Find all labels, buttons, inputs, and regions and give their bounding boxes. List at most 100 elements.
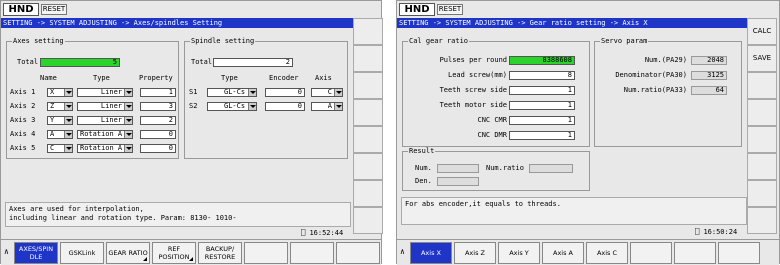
save-button[interactable]: SAVE	[747, 45, 777, 72]
axis-name-select[interactable]: Y	[47, 116, 73, 125]
reset-button[interactable]: RESET	[41, 4, 67, 15]
calc-button[interactable]: CALC	[747, 18, 777, 45]
spindle-label: S1	[189, 88, 198, 96]
side-button-5[interactable]	[353, 126, 383, 153]
axis-label: Axis 5	[10, 144, 36, 152]
side-button-6[interactable]	[353, 153, 383, 180]
help-line: For abs encoder,it equals to threads.	[405, 200, 561, 208]
chevron-down-icon	[124, 131, 132, 138]
softkey-axis-y[interactable]: Axis Y	[498, 242, 540, 264]
axis-label: Axis 4	[10, 130, 36, 138]
num-ratio-pa33-value: 64	[691, 86, 727, 95]
help-line: Axes are used for interpolation,	[9, 205, 144, 213]
axis-property-input[interactable]: 0	[140, 144, 176, 153]
clock: ⎕ 16:50:24	[695, 228, 738, 236]
num-ratio-pa33-label: Num.ratio(PA33)	[623, 86, 687, 94]
softkey-axes-spindle[interactable]: AXES/SPIN DLE	[14, 242, 58, 264]
teeth-motor-side-input[interactable]: 1	[509, 101, 575, 110]
chevron-down-icon	[248, 89, 256, 96]
result-group: Result Num. Num.ratio Den.	[402, 147, 590, 191]
softkey-empty[interactable]	[718, 242, 760, 264]
spindle-label: S2	[189, 102, 198, 110]
axis-name-select[interactable]: Z	[47, 102, 73, 111]
side-button-3[interactable]	[353, 72, 383, 99]
softkey-axis-z[interactable]: Axis Z	[454, 242, 496, 264]
softkey-empty[interactable]	[674, 242, 716, 264]
side-button-2[interactable]	[353, 45, 383, 72]
caret-up-icon[interactable]: ∧	[400, 248, 405, 256]
pulses-per-round-input[interactable]: 8388608	[509, 56, 575, 65]
caret-up-icon[interactable]: ∧	[4, 248, 9, 256]
softkey-gsklink[interactable]: GSKLink	[60, 242, 104, 264]
chevron-down-icon	[124, 89, 132, 96]
side-button-6[interactable]	[747, 153, 777, 180]
softkey-backup-restore[interactable]: BACKUP/ RESTORE	[198, 242, 242, 264]
axis-name-select[interactable]: A	[47, 130, 73, 139]
axes-setting-group: Axes setting Total 5 Name Type Property …	[6, 37, 179, 159]
side-button-3[interactable]	[747, 72, 777, 99]
axes-setting-legend: Axes setting	[12, 37, 65, 46]
axis-type-select[interactable]: Rotation A	[77, 130, 133, 139]
cnc-dmr-input[interactable]: 1	[509, 131, 575, 140]
servo-param-legend: Servo param	[600, 37, 649, 46]
spindle-encoder-input[interactable]: 0	[265, 102, 305, 111]
side-button-8[interactable]	[747, 207, 777, 234]
side-button-7[interactable]	[747, 180, 777, 207]
softkey-axis-c[interactable]: Axis C	[586, 242, 628, 264]
chevron-down-icon	[334, 89, 342, 96]
help-line: including linear and rotation type. Para…	[9, 214, 237, 222]
denominator-pa30-value: 3125	[691, 71, 727, 80]
axis-type-select[interactable]: Liner	[77, 116, 133, 125]
side-button-5[interactable]	[747, 126, 777, 153]
teeth-screw-side-input[interactable]: 1	[509, 86, 575, 95]
result-num-label: Num.	[415, 164, 432, 172]
spindle-setting-legend: Spindle setting	[190, 37, 256, 46]
side-button-4[interactable]	[747, 99, 777, 126]
axis-type-select[interactable]: Liner	[77, 102, 133, 111]
axis-property-input[interactable]: 1	[140, 88, 176, 97]
softkey-empty[interactable]	[630, 242, 672, 264]
axis-property-input[interactable]: 2	[140, 116, 176, 125]
axis-name-select[interactable]: C	[47, 144, 73, 153]
axis-property-input[interactable]: 3	[140, 102, 176, 111]
softkey-axis-x[interactable]: Axis X	[410, 242, 452, 264]
spindle-axis-select[interactable]: A	[311, 102, 343, 111]
header-axis: Axis	[315, 74, 332, 82]
submenu-triangle-icon	[189, 257, 193, 261]
side-button-8[interactable]	[353, 207, 383, 234]
spindle-type-select[interactable]: GL-Cs	[207, 88, 257, 97]
pulses-per-round-label: Pulses per round	[439, 56, 507, 64]
axis-type-select[interactable]: Liner	[77, 88, 133, 97]
axes-total-input[interactable]: 5	[40, 58, 120, 67]
softkey-bar: ∧ Axis X Axis Z Axis Y Axis A Axis C	[397, 239, 779, 265]
spindle-type-select[interactable]: GL-Cs	[207, 102, 257, 111]
cnc-cmr-input[interactable]: 1	[509, 116, 575, 125]
axis-name-select[interactable]: X	[47, 88, 73, 97]
spindle-axis-select[interactable]: C	[311, 88, 343, 97]
softkey-empty[interactable]	[336, 242, 380, 264]
side-button-1[interactable]	[353, 18, 383, 45]
submenu-triangle-icon	[143, 257, 147, 261]
axis-property-input[interactable]: 0	[140, 130, 176, 139]
spindle-total-input[interactable]: 2	[213, 58, 293, 67]
chevron-down-icon	[124, 117, 132, 124]
softkey-ref-position[interactable]: REF POSITION	[152, 242, 196, 264]
chevron-down-icon	[334, 103, 342, 110]
side-button-7[interactable]	[353, 180, 383, 207]
help-message: For abs encoder,it equals to threads.	[401, 197, 747, 225]
softkey-empty[interactable]	[244, 242, 288, 264]
result-den-value	[437, 177, 479, 186]
num-pa29-value: 2048	[691, 56, 727, 65]
side-button-4[interactable]	[353, 99, 383, 126]
result-den-label: Den.	[415, 177, 432, 185]
softkey-gear-ratio[interactable]: GEAR RATIO	[106, 242, 150, 264]
axis-type-select[interactable]: Rotation A	[77, 144, 133, 153]
reset-button[interactable]: RESET	[437, 4, 463, 15]
lead-screw-label: Lead screw(mm)	[447, 71, 507, 79]
softkey-axis-a[interactable]: Axis A	[542, 242, 584, 264]
top-bar: HND RESET	[397, 1, 779, 18]
header-property: Property	[139, 74, 173, 82]
softkey-empty[interactable]	[290, 242, 334, 264]
lead-screw-input[interactable]: 8	[509, 71, 575, 80]
spindle-encoder-input[interactable]: 0	[265, 88, 305, 97]
